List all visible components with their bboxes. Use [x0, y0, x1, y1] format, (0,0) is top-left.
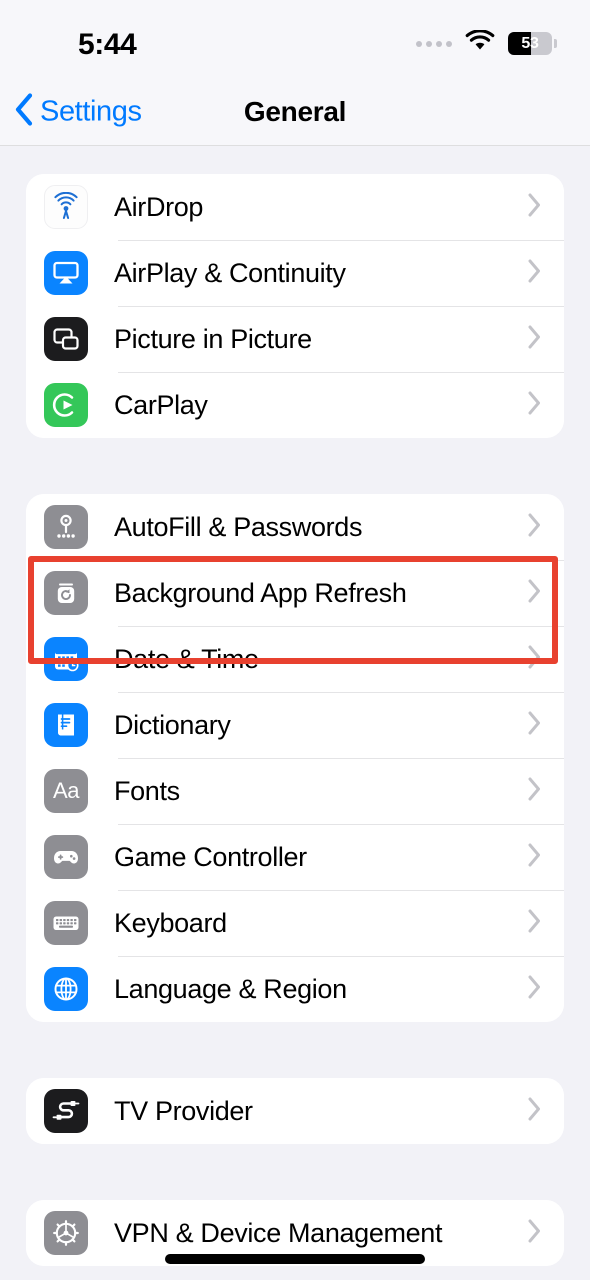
calendar-clock-icon	[44, 637, 88, 681]
settings-row-tv-provider[interactable]: TV Provider	[26, 1078, 564, 1144]
chevron-right-icon	[527, 192, 542, 223]
airdrop-icon	[44, 185, 88, 229]
settings-row-label: Date & Time	[114, 643, 259, 674]
chevron-right-icon	[527, 908, 542, 939]
settings-row-label: VPN & Device Management	[114, 1217, 443, 1248]
settings-row-fonts[interactable]: Aa Fonts	[26, 758, 564, 824]
settings-row-carplay[interactable]: CarPlay	[26, 372, 564, 438]
iphone-settings-screen: 5:44 53 Settings General AirDrop AirPlay…	[0, 0, 590, 1280]
chevron-right-icon	[527, 710, 542, 741]
settings-row-dictionary[interactable]: Dictionary	[26, 692, 564, 758]
status-bar-time: 5:44	[78, 28, 137, 61]
airplay-icon	[44, 251, 88, 295]
settings-row-label: AutoFill & Passwords	[114, 511, 363, 542]
chevron-right-icon	[527, 974, 542, 1005]
chevron-right-icon	[527, 390, 542, 421]
key-icon	[44, 505, 88, 549]
navigation-bar: Settings General	[0, 78, 590, 146]
status-bar: 5:44 53	[0, 0, 590, 78]
battery-percent-label: 53	[521, 34, 539, 52]
chevron-right-icon	[527, 258, 542, 289]
settings-row-language-region[interactable]: Language & Region	[26, 956, 564, 1022]
settings-row-label: Fonts	[114, 775, 180, 806]
battery-icon: 53	[508, 32, 557, 55]
back-button-label: Settings	[40, 95, 142, 127]
chevron-right-icon	[527, 776, 542, 807]
chevron-right-icon	[527, 842, 542, 873]
settings-row-label: AirDrop	[114, 191, 204, 222]
back-button[interactable]: Settings	[14, 92, 142, 131]
cellular-dots-icon	[416, 40, 452, 47]
gamepad-icon	[44, 835, 88, 879]
chevron-left-icon	[14, 92, 34, 131]
system-settings-group: AutoFill & Passwords Background App Refr…	[26, 494, 564, 1022]
gear-icon	[44, 1211, 88, 1255]
settings-row-autofill-passwords[interactable]: AutoFill & Passwords	[26, 494, 564, 560]
chevron-right-icon	[527, 324, 542, 355]
connectivity-group: AirDrop AirPlay & Continuity Picture in …	[26, 174, 564, 438]
home-indicator	[165, 1254, 425, 1264]
settings-row-label: Dictionary	[114, 709, 231, 740]
settings-row-date-time[interactable]: Date & Time	[26, 626, 564, 692]
globe-icon	[44, 967, 88, 1011]
settings-row-label: Keyboard	[114, 907, 227, 938]
chevron-right-icon	[527, 1096, 542, 1127]
fonts-aa-icon: Aa	[44, 769, 88, 813]
settings-row-label: Background App Refresh	[114, 577, 407, 608]
settings-row-label: Game Controller	[114, 841, 307, 872]
chevron-right-icon	[527, 512, 542, 543]
settings-row-airdrop[interactable]: AirDrop	[26, 174, 564, 240]
settings-row-label: TV Provider	[114, 1095, 253, 1126]
refresh-jar-icon	[44, 571, 88, 615]
wifi-icon	[465, 29, 495, 57]
picture-in-picture-icon	[44, 317, 88, 361]
settings-row-game-controller[interactable]: Game Controller	[26, 824, 564, 890]
settings-row-airplay-continuity[interactable]: AirPlay & Continuity	[26, 240, 564, 306]
settings-row-label: Language & Region	[114, 973, 347, 1004]
settings-list: AirDrop AirPlay & Continuity Picture in …	[0, 174, 590, 1280]
tv-provider-cable-icon	[44, 1089, 88, 1133]
settings-row-label: AirPlay & Continuity	[114, 257, 346, 288]
settings-row-picture-in-picture[interactable]: Picture in Picture	[26, 306, 564, 372]
tv-provider-group: TV Provider	[26, 1078, 564, 1144]
settings-row-background-app-refresh[interactable]: Background App Refresh	[26, 560, 564, 626]
status-bar-indicators: 53	[416, 29, 557, 57]
chevron-right-icon	[527, 1218, 542, 1249]
book-icon	[44, 703, 88, 747]
keyboard-icon	[44, 901, 88, 945]
settings-row-label: CarPlay	[114, 389, 208, 420]
chevron-right-icon	[527, 578, 542, 609]
chevron-right-icon	[527, 644, 542, 675]
settings-row-keyboard[interactable]: Keyboard	[26, 890, 564, 956]
carplay-icon	[44, 383, 88, 427]
settings-row-label: Picture in Picture	[114, 323, 312, 354]
